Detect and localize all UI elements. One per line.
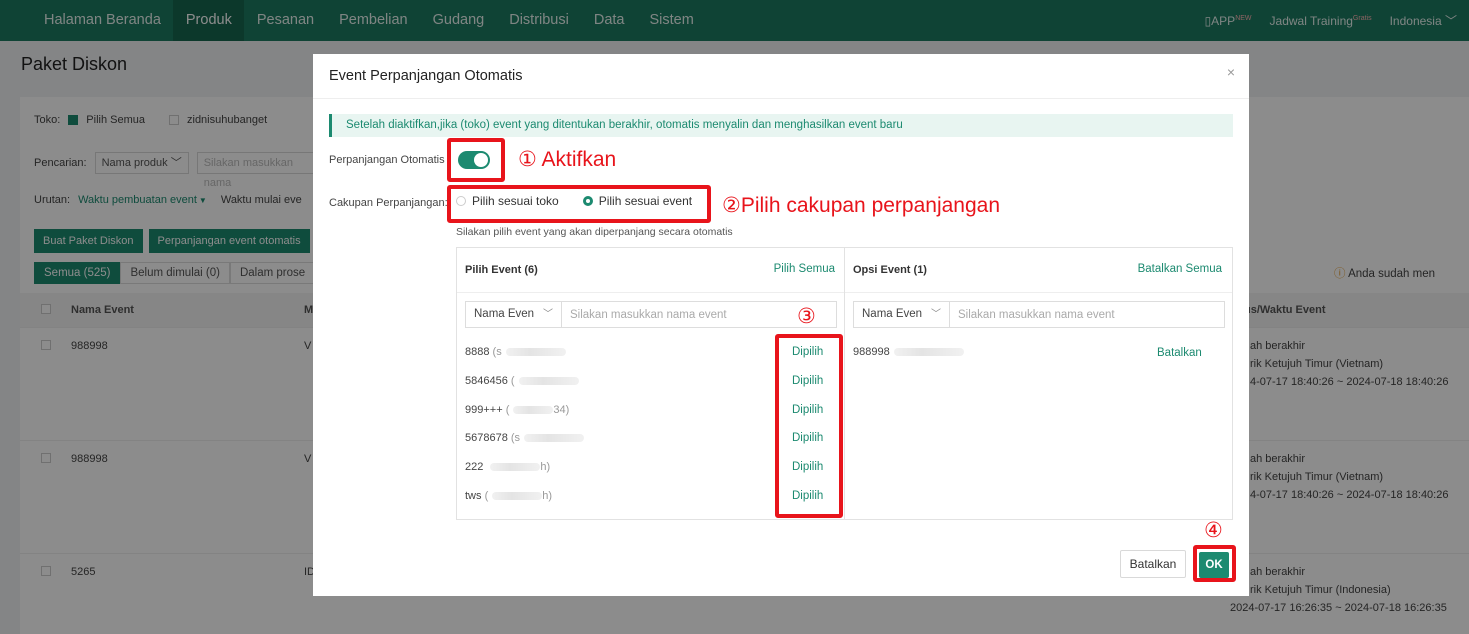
redacted-text	[490, 463, 541, 472]
pane-header: Pilih Event (6) Pilih Semua	[457, 248, 845, 293]
redacted-text	[492, 492, 543, 501]
annotation-box-scope	[447, 185, 711, 223]
event-search-input[interactable]: Silakan masukkan nama event	[562, 309, 727, 321]
annotation-box-select	[775, 334, 843, 518]
list-item: tws (h)	[465, 490, 553, 502]
annotation-step-1: ① Aktifkan	[518, 148, 617, 171]
cancel-all-link[interactable]: Batalkan Semua	[1138, 263, 1222, 275]
annotation-box-toggle	[447, 138, 505, 182]
close-icon[interactable]: ×	[1227, 64, 1235, 80]
annotation-step-4: ④	[1204, 519, 1223, 542]
search-field-select[interactable]: Nama Even ﹀	[466, 302, 562, 327]
selected-count: (1)	[913, 264, 927, 276]
auto-extend-label: Perpanjangan Otomatis	[329, 154, 445, 166]
list-item: 5846456 (	[465, 375, 579, 387]
list-item: 222 h)	[465, 461, 551, 473]
dialog-title: Event Perpanjangan Otomatis	[329, 68, 523, 84]
list-item: 988998	[853, 346, 964, 358]
annotation-step-2: ②Pilih cakupan perpanjangan	[722, 194, 1001, 217]
event-count: (6)	[524, 264, 538, 276]
scope-hint: Silakan pilih event yang akan diperpanja…	[456, 226, 733, 238]
list-item: 8888 (s	[465, 346, 566, 358]
redacted-text	[518, 377, 579, 386]
selected-event-pane: Opsi Event (1) Batalkan Semua Nama Even ﹀…	[844, 247, 1233, 520]
chevron-down-icon: ﹀	[931, 309, 941, 320]
search-field-select[interactable]: Nama Even ﹀	[854, 302, 950, 327]
cancel-button[interactable]: Batalkan	[1120, 550, 1186, 578]
annotation-step-3: ③	[797, 305, 816, 328]
redacted-text	[893, 348, 964, 357]
redacted-text	[513, 406, 554, 415]
annotation-box-ok	[1193, 545, 1236, 582]
divider	[313, 98, 1249, 99]
chevron-down-icon: ﹀	[543, 309, 553, 320]
redacted-text	[505, 348, 566, 357]
list-item: 999+++ (34)	[465, 404, 570, 416]
info-banner: Setelah diaktifkan,jika (toko) event yan…	[329, 114, 1233, 137]
redacted-text	[524, 434, 585, 443]
list-item: 5678678 (s	[465, 432, 585, 444]
unselect-event-button[interactable]: Batalkan	[1157, 347, 1202, 359]
pane-header: Opsi Event (1) Batalkan Semua	[845, 248, 1232, 293]
scope-label: Cakupan Perpanjangan:	[329, 197, 448, 209]
event-search: Nama Even ﹀ Silakan masukkan nama event	[465, 301, 837, 328]
selected-search: Nama Even ﹀ Silakan masukkan nama event	[853, 301, 1225, 328]
selected-search-input[interactable]: Silakan masukkan nama event	[950, 309, 1115, 321]
select-all-link[interactable]: Pilih Semua	[774, 263, 835, 275]
